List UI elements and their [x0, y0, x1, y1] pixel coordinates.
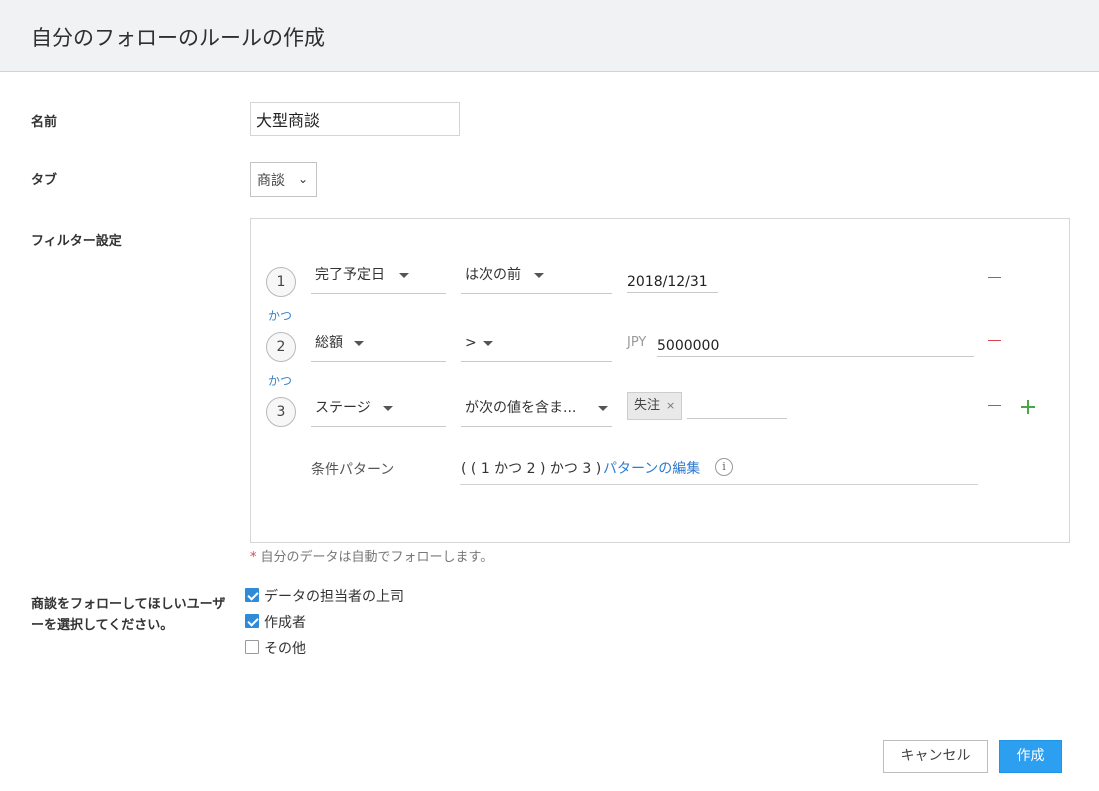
- checkbox-unchecked[interactable]: [245, 640, 259, 654]
- pattern-label: 条件パターン: [311, 462, 395, 478]
- remove-condition-icon[interactable]: [988, 277, 1001, 278]
- tab-select[interactable]: 商談 ⌄: [250, 162, 317, 197]
- condition-value-input[interactable]: 5000000: [657, 331, 974, 357]
- caret-down-icon: [399, 273, 409, 278]
- remove-condition-icon[interactable]: [988, 340, 1001, 341]
- create-button[interactable]: 作成: [999, 740, 1062, 773]
- condition-field-select[interactable]: 総額: [311, 332, 446, 362]
- condition-field-value: ステージ: [315, 400, 371, 416]
- value-tag-label: 失注: [634, 398, 661, 413]
- followers-label: 商談をフォローしてほしいユーザーを選択してください。: [31, 597, 226, 633]
- follower-option-label: その他: [264, 641, 306, 657]
- condition-operator-select[interactable]: は次の前: [461, 264, 612, 294]
- filter-label: フィルター設定: [31, 234, 122, 249]
- condition-field-value: 完了予定日: [315, 267, 385, 283]
- conjunction-label: かつ: [268, 309, 293, 323]
- condition-number: 2: [266, 332, 296, 362]
- info-icon[interactable]: i: [715, 458, 733, 476]
- condition-operator-select[interactable]: が次の値を含ま...: [461, 397, 612, 427]
- checkbox-checked[interactable]: [245, 588, 259, 602]
- add-condition-icon[interactable]: [1021, 400, 1035, 414]
- tab-select-value: 商談: [257, 173, 285, 189]
- note-text: 自分のデータは自動でフォローします。: [260, 550, 494, 565]
- condition-operator-select[interactable]: >: [461, 332, 612, 362]
- caret-down-icon: [383, 406, 393, 411]
- condition-field-select[interactable]: 完了予定日: [311, 264, 446, 294]
- caret-down-icon: [534, 273, 544, 278]
- tab-label: タブ: [31, 173, 58, 188]
- caret-down-icon: [483, 341, 493, 346]
- caret-down-icon: [598, 406, 608, 411]
- chevron-down-icon: ⌄: [297, 172, 308, 186]
- required-asterisk: *: [250, 550, 257, 565]
- condition-value-input[interactable]: 2018/12/31: [627, 267, 718, 293]
- pattern-expression: ( ( 1 かつ 2 ) かつ 3 ): [461, 461, 602, 477]
- condition-field-value: 総額: [315, 335, 343, 351]
- name-label: 名前: [31, 115, 58, 130]
- auto-follow-note: * 自分のデータは自動でフォローします。: [250, 546, 493, 565]
- tag-remove-icon[interactable]: ×: [666, 399, 675, 412]
- remove-condition-icon[interactable]: [988, 405, 1001, 406]
- condition-number: 3: [266, 397, 296, 427]
- edit-pattern-link[interactable]: パターンの編集: [603, 458, 700, 478]
- tag-input[interactable]: [687, 392, 787, 419]
- conjunction-label: かつ: [268, 374, 293, 388]
- condition-operator-value: は次の前: [465, 267, 521, 283]
- currency-prefix: JPY: [627, 335, 647, 350]
- caret-down-icon: [354, 341, 364, 346]
- follower-option-label: データの担当者の上司: [264, 589, 404, 605]
- condition-operator-value: >: [465, 335, 477, 351]
- follower-option-label: 作成者: [264, 615, 306, 631]
- value-tag: 失注 ×: [627, 392, 683, 420]
- condition-number: 1: [266, 267, 296, 297]
- page-title: 自分のフォローのルールの作成: [31, 26, 325, 50]
- condition-field-select[interactable]: ステージ: [311, 397, 446, 427]
- condition-operator-value: が次の値を含ま...: [465, 400, 577, 416]
- checkbox-checked[interactable]: [245, 614, 259, 628]
- cancel-button[interactable]: キャンセル: [883, 740, 988, 773]
- dialog-header: 自分のフォローのルールの作成: [0, 0, 1099, 72]
- name-input[interactable]: [250, 102, 460, 136]
